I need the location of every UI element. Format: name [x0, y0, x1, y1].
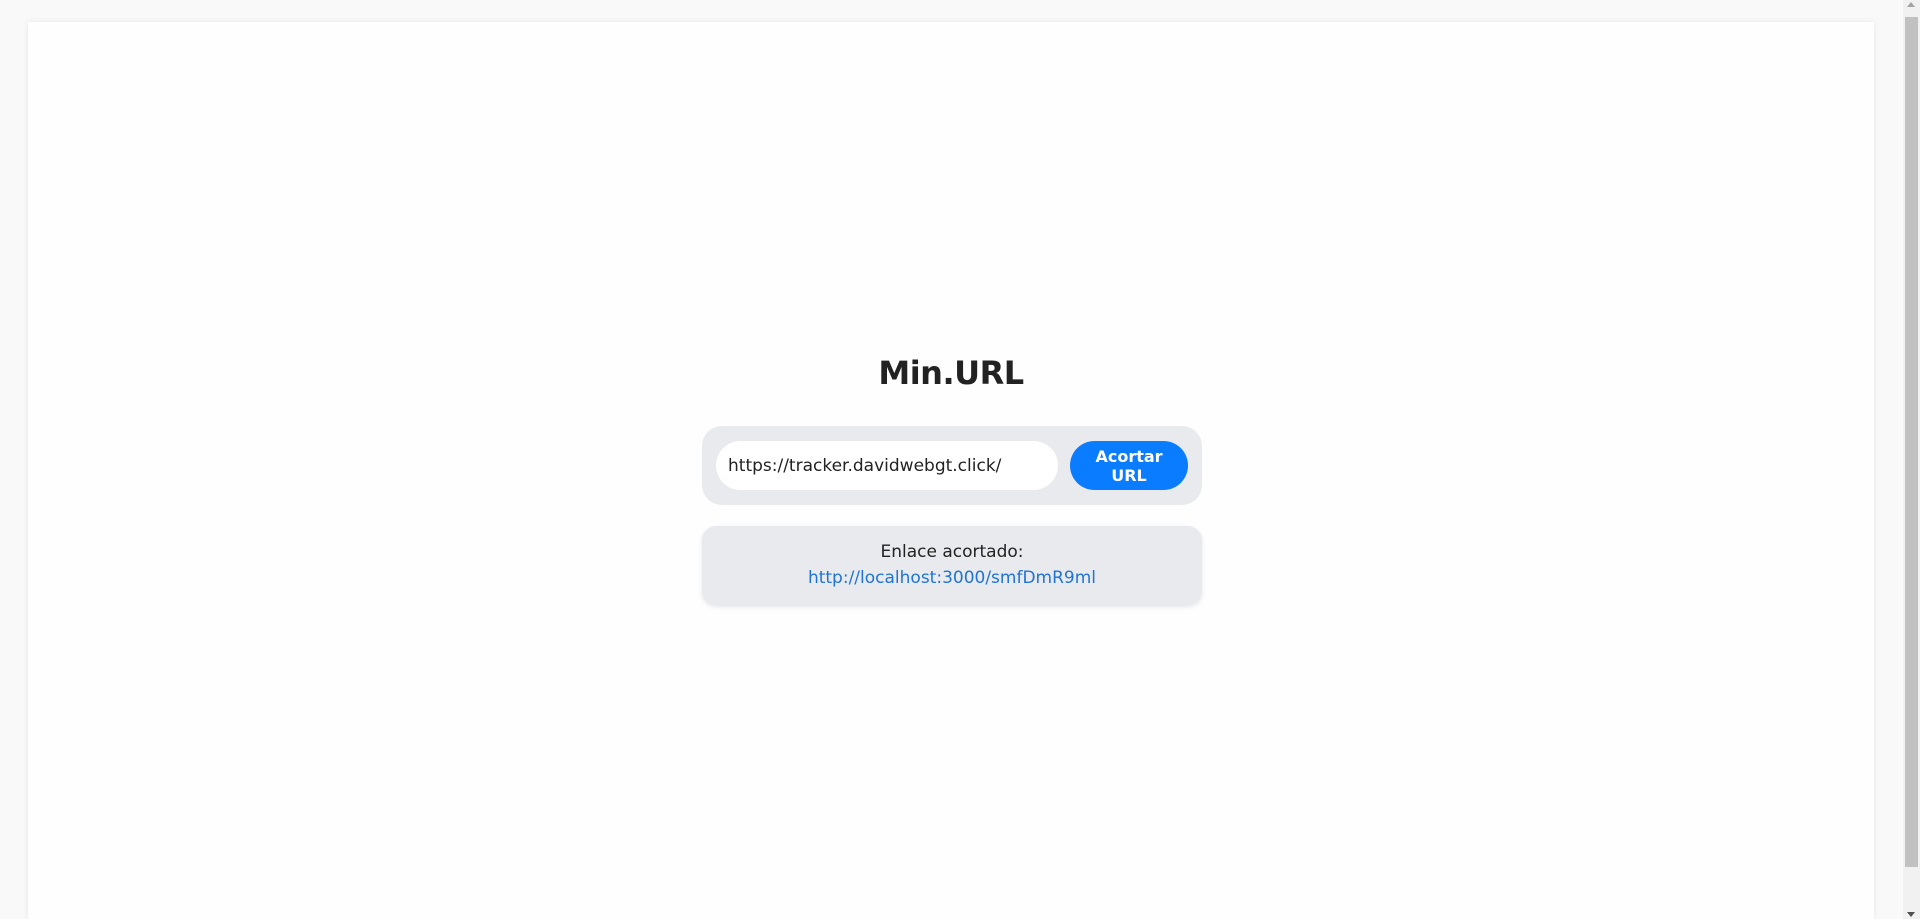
vertical-scrollbar[interactable] — [1903, 0, 1920, 919]
scroll-up-arrow-icon[interactable] — [1907, 2, 1915, 7]
shorten-url-button[interactable]: Acortar URL — [1070, 441, 1188, 490]
result-card: Enlace acortado: http://localhost:3000/s… — [702, 526, 1202, 605]
url-input[interactable] — [716, 441, 1058, 490]
scroll-down-arrow-icon[interactable] — [1907, 912, 1915, 917]
shorten-form: Acortar URL — [702, 426, 1202, 505]
page-title: Min.URL — [878, 354, 1024, 392]
scrollbar-thumb[interactable] — [1905, 17, 1918, 867]
result-label: Enlace acortado: — [880, 542, 1024, 562]
short-url-link[interactable]: http://localhost:3000/smfDmR9ml — [702, 568, 1202, 588]
